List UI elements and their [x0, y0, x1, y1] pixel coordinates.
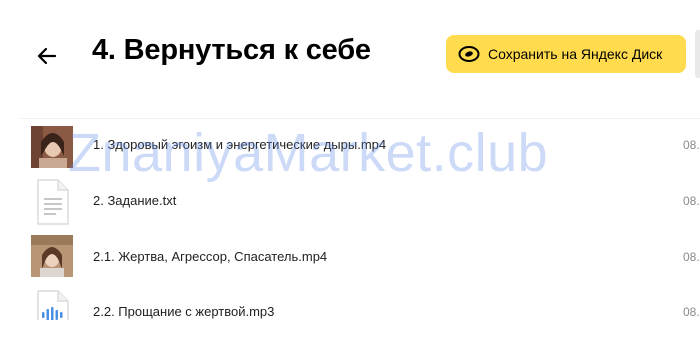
divider: [20, 118, 700, 119]
yandex-disk-icon: [458, 46, 480, 62]
file-row[interactable]: 2.2. Прощание с жертвой.mp3 08.: [0, 288, 700, 338]
back-button[interactable]: [30, 42, 64, 70]
audio-file-icon: [31, 290, 73, 320]
file-row[interactable]: 2.1. Жертва, Агрессор, Спасатель.mp4 08.: [0, 232, 700, 282]
file-date: 08.: [683, 138, 700, 152]
header: 4. Вернуться к себе Сохранить на Яндекс …: [0, 0, 700, 110]
file-row[interactable]: 2. Задание.txt 08.: [0, 175, 700, 225]
arrow-left-icon: [37, 47, 57, 65]
document-icon: [31, 179, 73, 225]
save-to-yandex-disk-button[interactable]: Сохранить на Яндекс Диск: [446, 35, 686, 73]
page-title: 4. Вернуться к себе: [92, 34, 371, 66]
file-date: 08.: [683, 305, 700, 319]
file-date: 08.: [683, 250, 700, 264]
save-button-label: Сохранить на Яндекс Диск: [488, 46, 663, 62]
file-row[interactable]: 1. Здоровый эгоизм и энергетические дыры…: [0, 120, 700, 170]
file-date: 08.: [683, 194, 700, 208]
file-name: 2.2. Прощание с жертвой.mp3: [93, 304, 275, 319]
panel-edge: [695, 30, 700, 78]
file-name: 2.1. Жертва, Агрессор, Спасатель.mp4: [93, 249, 328, 264]
file-name: 2. Задание.txt: [93, 193, 177, 208]
file-name: 1. Здоровый эгоизм и энергетические дыры…: [93, 137, 387, 152]
video-thumbnail: [31, 126, 73, 168]
video-thumbnail: [31, 235, 73, 277]
